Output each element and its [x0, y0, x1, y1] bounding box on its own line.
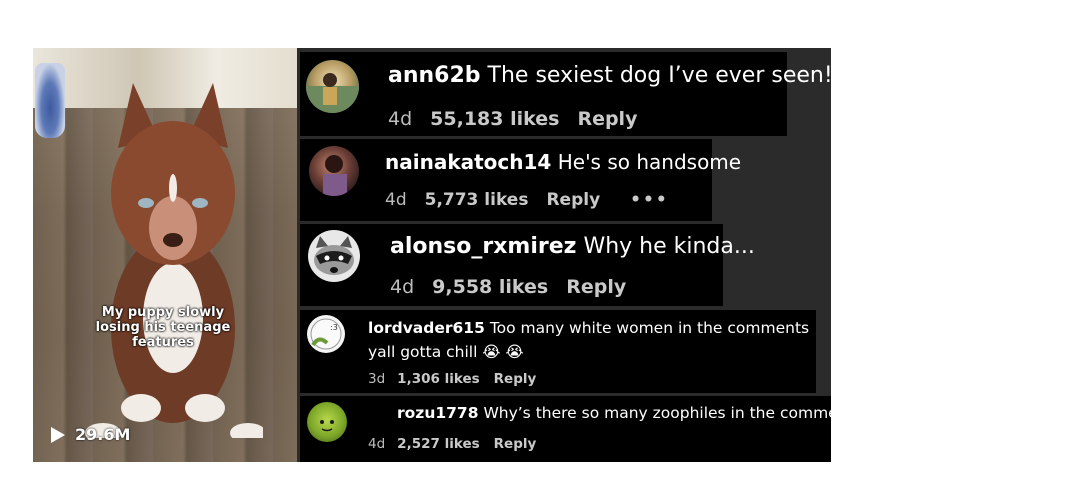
puppy-image	[85, 83, 263, 438]
user-avatar[interactable]	[306, 60, 359, 113]
comment-meta: 4d 2,527 likes Reply	[368, 436, 554, 452]
comment-body: alonso_rxmirez Why he kinda...	[390, 234, 755, 259]
avatar-image	[306, 73, 359, 113]
avatar-image	[323, 155, 347, 196]
comment-username[interactable]: alonso_rxmirez	[390, 234, 576, 259]
svg-text::3: :3	[330, 323, 338, 332]
vase-image	[35, 63, 65, 138]
comment-body: nainakatoch14 He's so handsome	[385, 150, 741, 174]
view-count: 29.6M	[51, 425, 130, 444]
like-count[interactable]: 9,558 likes	[432, 276, 548, 298]
user-avatar[interactable]: :3	[307, 315, 345, 353]
screenshot-collage: My puppy slowly losing his teenage featu…	[33, 48, 862, 462]
cartoon-avatar-icon: :3	[310, 318, 342, 350]
like-count[interactable]: 55,183 likes	[430, 108, 559, 130]
comment-body: ann62b The sexiest dog I’ve ever seen!	[388, 63, 833, 88]
avatar-image	[320, 420, 334, 432]
comment-age: 4d	[368, 436, 386, 452]
comment-item: alonso_rxmirez Why he kinda... 4d 9,558 …	[300, 224, 755, 306]
comment-username[interactable]: lordvader615	[368, 319, 485, 337]
comment-age: 4d	[390, 276, 415, 298]
comment-age: 4d	[388, 108, 413, 130]
play-icon	[51, 426, 65, 443]
comment-item: rozu1778 Why’s there so many zoophiles i…	[300, 396, 862, 462]
reply-button[interactable]: Reply	[494, 436, 537, 452]
reply-button[interactable]: Reply	[546, 190, 600, 210]
reply-button[interactable]: Reply	[566, 276, 626, 298]
user-avatar[interactable]	[309, 146, 359, 196]
comment-meta: 4d 5,773 likes Reply •••	[385, 190, 687, 210]
video-caption: My puppy slowly losing his teenage featu…	[95, 305, 231, 350]
comment-item: ann62b The sexiest dog I’ve ever seen! 4…	[300, 52, 833, 136]
comment-text: Why’s there so many zoophiles in the com…	[483, 404, 862, 422]
comment-meta: 3d 1,306 likes Reply	[368, 371, 554, 387]
comment-username[interactable]: ann62b	[388, 63, 481, 88]
comment-text: The sexiest dog I’ve ever seen!	[487, 63, 833, 88]
more-options-icon[interactable]: •••	[630, 190, 669, 210]
comment-text: Why he kinda...	[583, 234, 755, 259]
comment-text: He's so handsome	[557, 150, 742, 174]
comment-body: lordvader615 Too many white women in the…	[368, 316, 813, 364]
comment-meta: 4d 55,183 likes Reply	[388, 108, 655, 130]
comment-body: rozu1778 Why’s there so many zoophiles i…	[397, 404, 862, 422]
raccoon-avatar-icon	[314, 236, 354, 275]
video-thumbnail[interactable]: My puppy slowly losing his teenage featu…	[33, 48, 297, 462]
comment-meta: 4d 9,558 likes Reply	[390, 276, 644, 298]
comment-item: nainakatoch14 He's so handsome 4d 5,773 …	[300, 139, 741, 221]
reply-button[interactable]: Reply	[494, 371, 537, 387]
like-count[interactable]: 1,306 likes	[397, 371, 479, 387]
like-count[interactable]: 2,527 likes	[397, 436, 479, 452]
like-count[interactable]: 5,773 likes	[425, 190, 529, 210]
view-count-label: 29.6M	[75, 425, 131, 444]
comment-username[interactable]: rozu1778	[397, 404, 479, 422]
reply-button[interactable]: Reply	[577, 108, 637, 130]
comment-age: 3d	[368, 371, 386, 387]
user-avatar[interactable]	[307, 402, 347, 442]
comment-item: :3 lordvader615 Too many white women in …	[300, 310, 816, 393]
comment-age: 4d	[385, 190, 407, 210]
comment-username[interactable]: nainakatoch14	[385, 150, 551, 174]
user-avatar[interactable]	[308, 230, 360, 282]
